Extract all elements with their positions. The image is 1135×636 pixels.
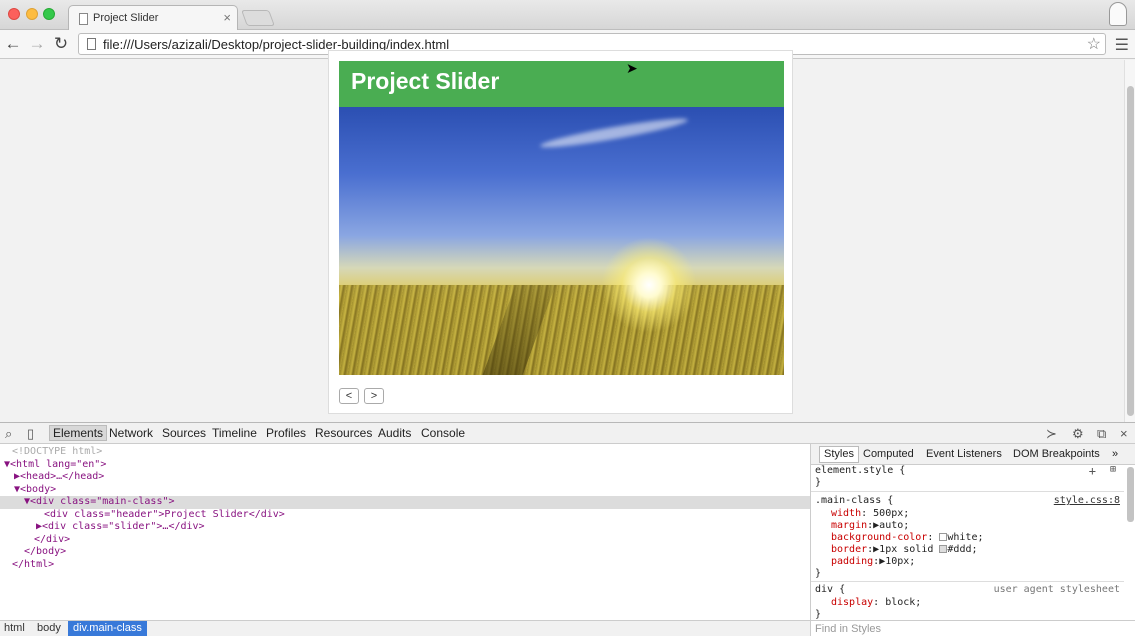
document-icon <box>79 13 88 25</box>
new-tab-button[interactable] <box>241 10 275 26</box>
page-viewport: Project Slider < > ➤ <box>0 50 1135 422</box>
reload-icon[interactable]: ↻ <box>51 34 71 54</box>
tab-sources[interactable]: Sources <box>162 426 206 440</box>
breadcrumb-div-main-class[interactable]: div.main-class <box>68 621 147 636</box>
tab-elements[interactable]: Elements <box>49 425 108 441</box>
wheat-field <box>339 285 784 375</box>
tab-dom-breakpoints[interactable]: DOM Breakpoints <box>1013 448 1100 460</box>
page-header: Project Slider <box>339 61 784 107</box>
back-arrow-icon[interactable]: ← <box>3 34 23 54</box>
styles-sidebar: Styles Computed Event Listeners DOM Brea… <box>810 444 1135 636</box>
prop-padding[interactable]: padding:▶10px; <box>831 556 915 568</box>
devtools-toolbar: ⌕ ▯ Elements Network Sources Timeline Pr… <box>0 423 1135 444</box>
styles-tabbar: Styles Computed Event Listeners DOM Brea… <box>811 444 1135 465</box>
profile-icon[interactable] <box>1109 2 1127 26</box>
dom-line-slider[interactable]: ▶<div class="slider">…</div> <box>0 521 810 534</box>
elements-tree: <!DOCTYPE html> ▼<html lang="en"> ▶<head… <box>0 444 810 620</box>
dom-line-body[interactable]: ▼<body> <box>0 484 810 497</box>
tab-styles[interactable]: Styles <box>819 446 859 463</box>
dom-line-html-close[interactable]: </html> <box>0 559 810 572</box>
tab-profiles[interactable]: Profiles <box>266 426 306 440</box>
page-title: Project Slider <box>351 68 500 94</box>
tab-event-listeners[interactable]: Event Listeners <box>926 448 1002 460</box>
tab-resources[interactable]: Resources <box>315 426 372 440</box>
slider-image <box>339 107 784 375</box>
rule-close: } <box>815 568 822 579</box>
css-rules: element.style { + ⊞ } .main-class { styl… <box>811 464 1124 625</box>
prop-display[interactable]: display: block; <box>831 597 921 609</box>
main-class-selector[interactable]: .main-class { <box>815 495 893 507</box>
dom-line-doctype[interactable]: <!DOCTYPE html> <box>0 446 810 459</box>
dom-line-html[interactable]: ▼<html lang="en"> <box>0 459 810 472</box>
tab-timeline[interactable]: Timeline <box>212 426 257 440</box>
breadcrumb-html[interactable]: html <box>4 622 25 634</box>
tab-title: Project Slider <box>93 12 159 24</box>
user-agent-label: user agent stylesheet <box>993 584 1120 595</box>
tab-network[interactable]: Network <box>109 426 153 440</box>
rule-close: } <box>815 477 822 488</box>
gear-icon[interactable]: ⚙ <box>1072 426 1084 442</box>
rule-divider <box>811 581 1124 582</box>
devtools-panel: ⌕ ▯ Elements Network Sources Timeline Pr… <box>0 422 1135 636</box>
rule-divider <box>811 491 1124 492</box>
next-slide-button[interactable]: > <box>364 388 384 404</box>
dom-breadcrumbs: html body div.main-class <box>0 620 810 636</box>
dock-icon[interactable]: ⧉ <box>1097 426 1106 442</box>
breadcrumb-body[interactable]: body <box>37 622 61 634</box>
prev-slide-button[interactable]: < <box>339 388 359 404</box>
maximize-window-button[interactable] <box>43 8 55 20</box>
dom-line-main-class[interactable]: ▼<div class="main-class"> <box>0 496 810 509</box>
tab-close-icon[interactable]: × <box>223 10 231 25</box>
close-window-button[interactable] <box>8 8 20 20</box>
hamburger-menu-icon[interactable]: ☰ <box>1115 35 1129 55</box>
add-rule-icon[interactable]: + <box>1089 464 1096 478</box>
device-mode-icon[interactable]: ▯ <box>27 426 34 442</box>
div-selector[interactable]: div { <box>815 584 845 596</box>
close-devtools-icon[interactable]: × <box>1120 426 1128 441</box>
cloud-wisp <box>539 114 689 152</box>
more-tabs-icon[interactable]: » <box>1112 448 1118 460</box>
prop-width[interactable]: width: 500px; <box>831 508 909 520</box>
toggle-state-icon[interactable]: ⊞ <box>1110 464 1116 475</box>
console-drawer-icon[interactable]: ≻ <box>1046 426 1057 442</box>
inspect-search-icon[interactable]: ⌕ <box>5 426 12 442</box>
tab-computed[interactable]: Computed <box>863 448 914 460</box>
dom-line-header[interactable]: <div class="header">Project Slider</div> <box>0 509 810 522</box>
bookmark-star-icon[interactable]: ☆ <box>1087 34 1101 54</box>
mouse-cursor-icon: ➤ <box>626 60 638 76</box>
element-style-selector[interactable]: element.style { <box>815 465 905 477</box>
page-scrollbar[interactable] <box>1124 60 1135 422</box>
page-info-icon[interactable] <box>87 38 96 50</box>
browser-tab[interactable]: Project Slider × <box>68 5 238 31</box>
dom-line-head[interactable]: ▶<head>…</head> <box>0 471 810 484</box>
sun-glow <box>601 237 697 333</box>
tab-console[interactable]: Console <box>421 426 465 440</box>
prop-background-color[interactable]: background-color: white; <box>831 532 984 544</box>
scrollbar-thumb[interactable] <box>1127 86 1134 416</box>
style-source-link[interactable]: style.css:8 <box>1054 495 1120 506</box>
dom-line-div-close[interactable]: </div> <box>0 534 810 547</box>
dom-line-body-close[interactable]: </body> <box>0 546 810 559</box>
prop-border[interactable]: border:▶1px solid #ddd; <box>831 544 978 556</box>
forward-arrow-icon[interactable]: → <box>27 34 47 54</box>
prop-margin[interactable]: margin:▶auto; <box>831 520 909 532</box>
find-in-styles-input[interactable]: Find in Styles <box>811 620 1135 636</box>
minimize-window-button[interactable] <box>26 8 38 20</box>
tab-audits[interactable]: Audits <box>378 426 411 440</box>
browser-titlebar: Project Slider × <box>0 0 1135 31</box>
main-container: Project Slider < > <box>328 50 793 414</box>
styles-scrollbar[interactable] <box>1127 467 1134 522</box>
